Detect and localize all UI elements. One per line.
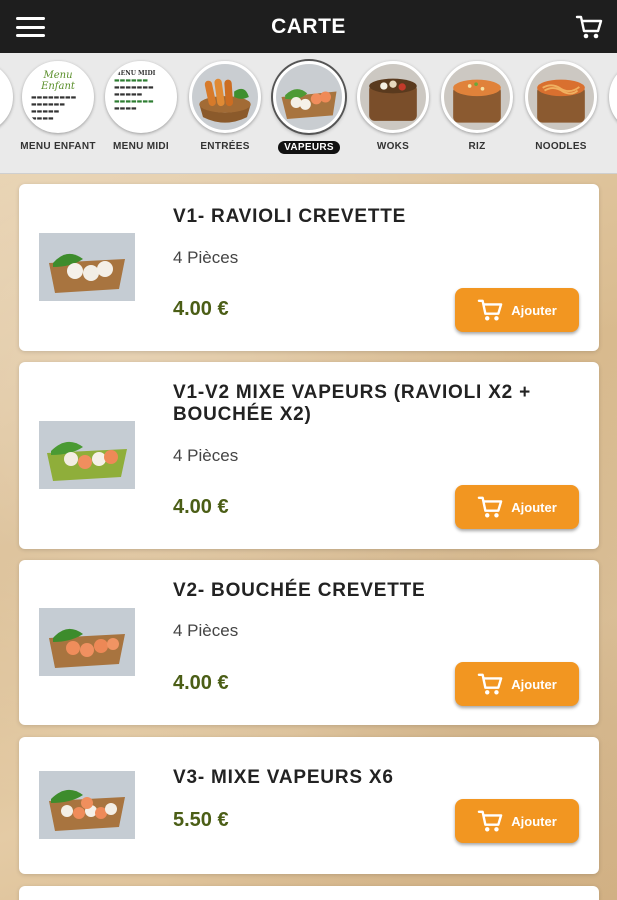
cart-icon: [477, 810, 503, 832]
product-image: [39, 771, 135, 839]
product-image: [39, 233, 135, 301]
product-description: 4 Pièces: [173, 248, 239, 267]
category-menu-midi[interactable]: MENU MIDI ▬▬▬▬▬▬ ▬▬▬▬▬▬▬ ▬▬▬▬▬ ▬▬▬▬▬▬▬ ▬…: [102, 61, 180, 152]
product-price: 4.00 €: [173, 496, 229, 518]
category-image: [357, 61, 429, 133]
cart-icon: [477, 496, 503, 518]
category-image: [0, 61, 13, 133]
noodles-image: [528, 64, 594, 130]
product-name: V1- RAVIOLI CREVETTE: [173, 206, 407, 227]
category-image: [273, 61, 345, 133]
category-image: Menu Enfant ▬▬▬▬▬▬▬▬ ▬▬▬▬▬▬ ▬▬▬▬▬ ▬▬▬▬: [22, 61, 94, 133]
category-image: [609, 61, 617, 133]
category-woks[interactable]: WOKS: [354, 61, 432, 152]
add-button-label: Ajouter: [511, 813, 557, 829]
dumplings-image: [276, 64, 342, 130]
category-strip: Menu Enfant ▬▬▬▬▬▬▬▬ ▬▬▬▬▬▬ ▬▬▬▬▬ ▬▬▬▬ M…: [0, 53, 617, 174]
category-image: [441, 61, 513, 133]
product-card[interactable]: V1- RAVIOLI CREVETTE 4 Pièces 4.00 € Ajo…: [19, 184, 599, 351]
category-image: [189, 61, 261, 133]
category-label: ENTRÉES: [200, 141, 250, 152]
category-label: WOKS: [376, 141, 410, 152]
product-price: 4.00 €: [173, 298, 229, 320]
product-price: 5.50 €: [173, 809, 229, 831]
category-noodles[interactable]: NOODLES: [522, 61, 600, 152]
hamburger-icon[interactable]: [16, 17, 45, 37]
category-label: MENU ENFANT: [20, 141, 96, 152]
add-to-cart-button[interactable]: Ajouter: [455, 662, 579, 706]
product-price: 4.00 €: [173, 672, 229, 694]
add-button-label: Ajouter: [511, 302, 557, 318]
product-card-partial[interactable]: [19, 886, 599, 900]
spring-rolls-image: [192, 64, 258, 130]
category-vapeurs[interactable]: VAPEURS: [270, 61, 348, 155]
product-name: V1-V2 MIXE VAPEURS (RAVIOLI X2 + BOUCHÉE…: [173, 382, 532, 425]
category-image: [525, 61, 597, 133]
cart-icon: [477, 673, 503, 695]
product-card[interactable]: V3- MIXE VAPEURS X6 5.50 € Ajouter: [19, 737, 599, 874]
add-button-label: Ajouter: [511, 676, 557, 692]
product-name: V3- MIXE VAPEURS X6: [173, 767, 394, 788]
product-card[interactable]: V2- BOUCHÉE CREVETTE 4 Pièces 4.00 € Ajo…: [19, 560, 599, 725]
add-button-label: Ajouter: [511, 499, 557, 515]
menu-enfant-title: Menu Enfant: [41, 70, 75, 92]
category-entrees[interactable]: ENTRÉES: [186, 61, 264, 152]
rice-image: [444, 64, 510, 130]
category-label: VAPEURS: [278, 141, 340, 154]
category-menu-enfant[interactable]: Menu Enfant ▬▬▬▬▬▬▬▬ ▬▬▬▬▬▬ ▬▬▬▬▬ ▬▬▬▬ M…: [19, 61, 97, 152]
category-riz[interactable]: RIZ: [438, 61, 516, 152]
product-image: [39, 608, 135, 676]
woks-image: [360, 64, 426, 130]
add-to-cart-button[interactable]: Ajouter: [455, 799, 579, 843]
top-app-bar: CARTE: [0, 0, 617, 53]
category-label: NOODLES: [535, 141, 587, 152]
add-to-cart-button[interactable]: Ajouter: [455, 485, 579, 529]
cart-icon: [477, 299, 503, 321]
category-partial-right[interactable]: [606, 61, 617, 133]
category-image: MENU MIDI ▬▬▬▬▬▬ ▬▬▬▬▬▬▬ ▬▬▬▬▬ ▬▬▬▬▬▬▬ ▬…: [105, 61, 177, 133]
product-card[interactable]: V1-V2 MIXE VAPEURS (RAVIOLI X2 + BOUCHÉE…: [19, 362, 599, 549]
product-image: [39, 421, 135, 489]
product-name: V2- BOUCHÉE CREVETTE: [173, 580, 426, 601]
product-description: 4 Pièces: [173, 446, 239, 465]
add-to-cart-button[interactable]: Ajouter: [455, 288, 579, 332]
category-label: MENU MIDI: [112, 141, 170, 152]
category-partial-left[interactable]: [0, 61, 16, 133]
menu-midi-title: MENU MIDI: [114, 70, 156, 77]
cart-icon[interactable]: [575, 14, 603, 40]
page-title: CARTE: [271, 14, 346, 38]
category-label: RIZ: [468, 141, 486, 152]
product-description: 4 Pièces: [173, 621, 239, 640]
